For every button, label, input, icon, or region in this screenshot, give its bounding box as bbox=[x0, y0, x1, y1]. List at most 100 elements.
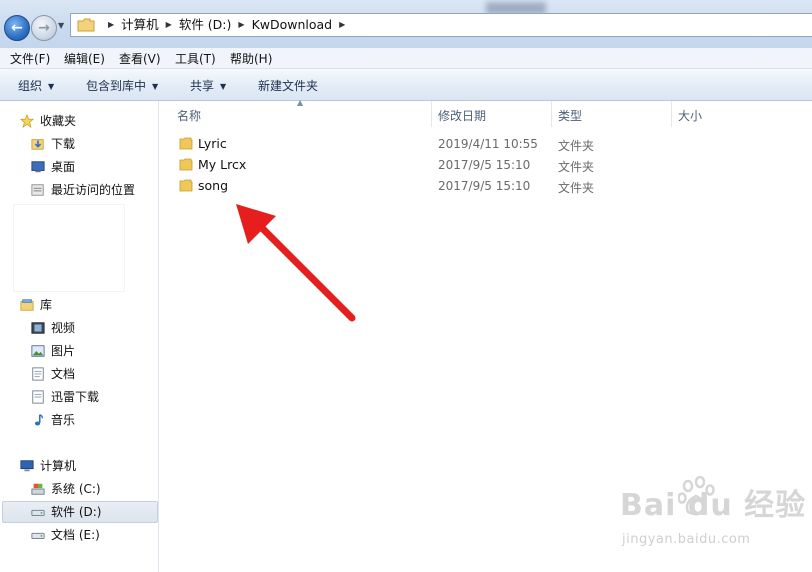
nav-item-drive-c[interactable]: 系统 (C:) bbox=[30, 479, 150, 499]
file-type: 文件夹 bbox=[558, 160, 595, 174]
file-row[interactable]: My Lrcx 2017/9/5 15:10 文件夹 bbox=[175, 155, 775, 175]
back-arrow-icon: ← bbox=[11, 20, 23, 36]
address-bar: ← → ▼ ▶ 计算机 ▶ 软件 (D:) ▶ KwDownload ▶ bbox=[0, 0, 812, 48]
new-folder-button[interactable]: 新建文件夹 bbox=[258, 77, 318, 94]
blank-area bbox=[14, 205, 124, 291]
download-folder-icon bbox=[31, 139, 44, 150]
desktop-icon bbox=[31, 161, 45, 173]
nav-item-label: 音乐 bbox=[51, 413, 76, 427]
breadcrumb-computer[interactable]: 计算机 bbox=[121, 14, 159, 36]
nav-item-label: 软件 (D:) bbox=[51, 505, 102, 519]
folder-icon bbox=[179, 137, 193, 150]
column-header-name[interactable]: 名称 bbox=[177, 107, 201, 124]
menu-view[interactable]: 查看(V) bbox=[119, 50, 161, 67]
nav-item-music[interactable]: 音乐 bbox=[30, 410, 150, 430]
nav-item-label: 视频 bbox=[51, 321, 76, 335]
nav-item-downloads[interactable]: 下载 bbox=[30, 134, 150, 154]
nav-item-desktop[interactable]: 桌面 bbox=[30, 157, 150, 177]
folder-icon bbox=[179, 179, 193, 192]
sort-ascending-icon: ▲ bbox=[297, 98, 304, 107]
forward-arrow-icon: → bbox=[38, 20, 50, 36]
file-name: My Lrcx bbox=[198, 157, 247, 172]
nav-item-label: 图片 bbox=[51, 344, 76, 358]
file-name: song bbox=[198, 178, 229, 193]
file-date: 2019/4/11 10:55 bbox=[438, 137, 538, 151]
column-divider[interactable] bbox=[671, 101, 672, 127]
breadcrumb-drive-d[interactable]: 软件 (D:) bbox=[179, 14, 232, 36]
file-row[interactable]: song 2017/9/5 15:10 文件夹 bbox=[175, 176, 775, 196]
menu-edit[interactable]: 编辑(E) bbox=[64, 50, 105, 67]
nav-item-drive-e[interactable]: 文档 (E:) bbox=[30, 525, 150, 545]
menu-file[interactable]: 文件(F) bbox=[10, 50, 50, 67]
nav-item-recent-places[interactable]: 最近访问的位置 bbox=[30, 180, 155, 200]
video-icon bbox=[31, 322, 45, 334]
menu-tools[interactable]: 工具(T) bbox=[175, 50, 216, 67]
music-note-icon bbox=[34, 414, 44, 426]
drive-icon bbox=[31, 532, 45, 539]
baidu-jingyan-watermark: Bai du 经验 jingyan.baidu.com bbox=[620, 476, 810, 555]
nav-item-videos[interactable]: 视频 bbox=[30, 318, 150, 338]
red-arrow-annotation bbox=[236, 204, 356, 322]
chevron-right-icon[interactable]: ▶ bbox=[166, 14, 172, 36]
system-drive-icon bbox=[31, 483, 45, 495]
document-icon bbox=[32, 367, 44, 381]
column-divider[interactable] bbox=[551, 101, 552, 127]
column-header-size[interactable]: 大小 bbox=[678, 107, 702, 124]
nav-item-pictures[interactable]: 图片 bbox=[30, 341, 150, 361]
nav-item-drive-d[interactable]: 软件 (D:) bbox=[2, 501, 158, 523]
nav-item-label: 桌面 bbox=[51, 160, 76, 174]
chevron-right-icon[interactable]: ▶ bbox=[339, 14, 345, 36]
include-in-library-label: 包含到库中 bbox=[86, 79, 147, 93]
folder-icon bbox=[77, 18, 95, 32]
recent-pages-dropdown-icon[interactable]: ▼ bbox=[58, 21, 64, 30]
recent-places-icon bbox=[31, 184, 44, 196]
dropdown-icon: ▼ bbox=[152, 82, 159, 91]
folder-icon bbox=[179, 158, 193, 171]
file-date: 2017/9/5 15:10 bbox=[438, 158, 531, 172]
organize-button[interactable]: 组织 ▼ bbox=[18, 77, 54, 94]
forward-button[interactable]: → bbox=[31, 15, 57, 41]
nav-item-label: 系统 (C:) bbox=[51, 482, 101, 496]
nav-computer-label: 计算机 bbox=[40, 459, 77, 473]
breadcrumb-kwdownload[interactable]: KwDownload bbox=[252, 14, 333, 36]
nav-item-label: 迅雷下载 bbox=[51, 390, 100, 404]
address-input[interactable]: ▶ 计算机 ▶ 软件 (D:) ▶ KwDownload ▶ bbox=[70, 13, 812, 37]
chevron-right-icon[interactable]: ▶ bbox=[108, 14, 114, 36]
nav-item-label: 下载 bbox=[51, 137, 76, 151]
share-button[interactable]: 共享 ▼ bbox=[190, 77, 226, 94]
nav-computer[interactable]: 计算机 bbox=[19, 456, 149, 476]
nav-favorites[interactable]: 收藏夹 bbox=[19, 111, 149, 131]
nav-item-documents[interactable]: 文档 bbox=[30, 364, 150, 384]
column-header-type[interactable]: 类型 bbox=[558, 107, 582, 124]
column-divider[interactable] bbox=[431, 101, 432, 127]
breadcrumb: ▶ 计算机 ▶ 软件 (D:) ▶ KwDownload ▶ bbox=[101, 14, 352, 36]
watermark-logo-text: Bai du 经验 bbox=[620, 488, 807, 523]
library-icon bbox=[20, 299, 34, 311]
nav-item-thunder-downloads[interactable]: 迅雷下载 bbox=[30, 387, 150, 407]
dropdown-icon: ▼ bbox=[220, 82, 227, 91]
chevron-right-icon[interactable]: ▶ bbox=[238, 14, 244, 36]
column-header-date[interactable]: 修改日期 bbox=[438, 107, 486, 124]
picture-icon bbox=[31, 345, 45, 357]
dropdown-icon: ▼ bbox=[48, 82, 55, 91]
nav-libraries[interactable]: 库 bbox=[19, 295, 149, 315]
file-row[interactable]: Lyric 2019/4/11 10:55 文件夹 bbox=[175, 134, 775, 154]
document-icon bbox=[32, 390, 44, 404]
star-icon bbox=[19, 114, 35, 128]
file-name: Lyric bbox=[198, 136, 227, 151]
menu-help[interactable]: 帮助(H) bbox=[230, 50, 272, 67]
file-date: 2017/9/5 15:10 bbox=[438, 179, 531, 193]
menu-bar: 文件(F) 编辑(E) 查看(V) 工具(T) 帮助(H) bbox=[0, 48, 812, 69]
share-label: 共享 bbox=[190, 79, 215, 93]
navigation-pane: 收藏夹 下载 桌面 最近访问的位置 库 视频 图片 文档 迅雷下载 音乐 计算机… bbox=[0, 101, 159, 572]
nav-item-label: 文档 (E:) bbox=[51, 528, 100, 542]
nav-libraries-label: 库 bbox=[40, 298, 53, 312]
file-type: 文件夹 bbox=[558, 181, 595, 195]
include-in-library-button[interactable]: 包含到库中 ▼ bbox=[86, 77, 158, 94]
back-button[interactable]: ← bbox=[4, 15, 30, 41]
nav-item-label: 最近访问的位置 bbox=[51, 183, 136, 197]
watermark-url: jingyan.baidu.com bbox=[622, 532, 751, 547]
computer-icon bbox=[20, 460, 34, 472]
organize-label: 组织 bbox=[18, 79, 43, 93]
nav-item-label: 文档 bbox=[51, 367, 76, 381]
